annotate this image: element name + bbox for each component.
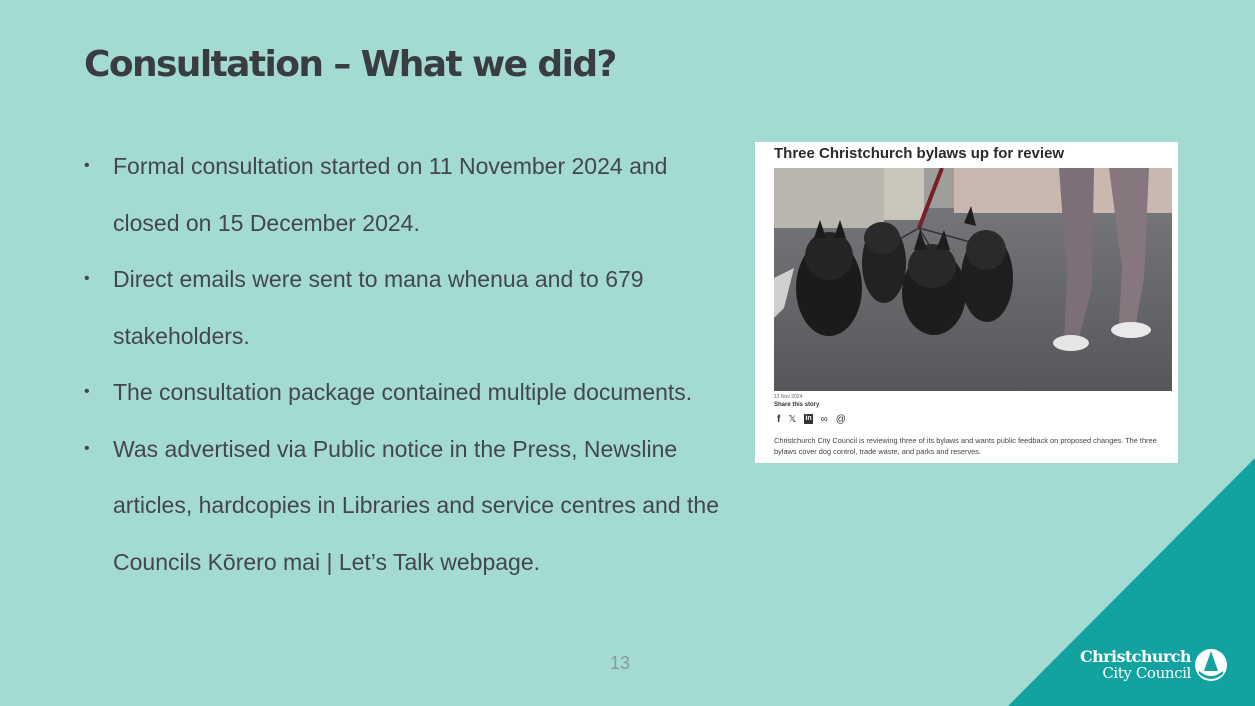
bullet-item: • The consultation package contained mult… <box>84 364 734 421</box>
slide-title: Consultation – What we did? <box>84 44 617 85</box>
bullet-marker: • <box>84 439 90 457</box>
bullet-marker: • <box>84 157 90 174</box>
bullet-text: Direct emails were sent to mana whenua a… <box>113 266 644 349</box>
dogs-walking-photo-icon <box>774 168 1172 391</box>
article-body: Christchurch City Council is reviewing t… <box>774 436 1157 456</box>
bullet-marker: • <box>84 383 90 400</box>
slide: Consultation – What we did? • Formal cons… <box>0 0 1255 706</box>
link-icon[interactable]: ∞ <box>821 414 828 426</box>
article-photo <box>774 168 1172 391</box>
x-icon[interactable]: 𝕏 <box>788 414 796 426</box>
facebook-icon[interactable]: f <box>777 414 780 426</box>
bullet-text: Was advertised via Public notice in the … <box>113 435 719 575</box>
bullet-item: • Formal consultation started on 11 Novem… <box>84 138 734 251</box>
bullet-item: • Was advertised via Public notice in the… <box>84 421 734 591</box>
news-article-card[interactable]: Three Christchurch bylaws up for review <box>755 142 1178 463</box>
council-logo-text: Christchurch City Council <box>1080 648 1191 681</box>
bullet-marker: • <box>84 270 90 287</box>
share-label: Share this story <box>774 402 820 408</box>
linkedin-icon[interactable]: in <box>804 414 813 424</box>
article-headline: Three Christchurch bylaws up for review <box>774 145 1065 162</box>
logo-line1: Christchurch <box>1080 647 1191 666</box>
bullet-text: Formal consultation started on 11 Novemb… <box>113 153 668 236</box>
bullet-item: • Direct emails were sent to mana whenua … <box>84 251 734 364</box>
email-icon[interactable]: @ <box>836 414 846 426</box>
cathedral-logo-icon <box>1195 649 1227 681</box>
logo-line2: City Council <box>1102 664 1191 682</box>
page-number: 13 <box>609 653 631 673</box>
bullet-text: The consultation package contained multi… <box>113 379 693 405</box>
article-date: 12 Nov 2024 <box>774 394 803 400</box>
share-icons: f 𝕏 in ∞ @ <box>777 414 846 426</box>
bullet-list: • Formal consultation started on 11 Novem… <box>84 138 734 590</box>
